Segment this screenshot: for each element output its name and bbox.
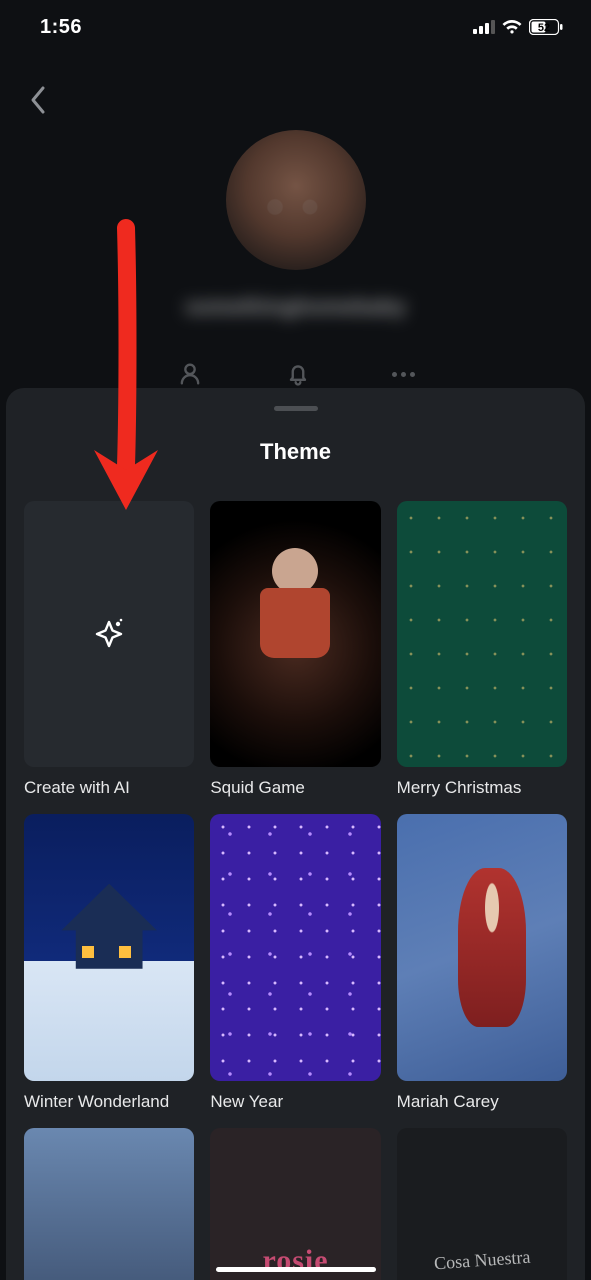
theme-thumb — [210, 501, 380, 767]
svg-text:52: 52 — [538, 22, 550, 34]
theme-rosie[interactable]: rosie — [210, 1128, 380, 1280]
theme-label: New Year — [210, 1091, 380, 1112]
theme-squid-game[interactable]: Squid Game — [210, 501, 380, 798]
battery-icon: 52 — [529, 19, 563, 35]
theme-label: Squid Game — [210, 777, 380, 798]
theme-thumb — [210, 814, 380, 1080]
theme-thumb: rosie — [210, 1128, 380, 1280]
more-icon[interactable] — [392, 372, 415, 377]
bell-outline-icon[interactable] — [284, 360, 312, 388]
theme-thumb — [24, 501, 194, 767]
back-button[interactable] — [18, 80, 58, 120]
theme-winter-wonderland[interactable]: Winter Wonderland — [24, 814, 194, 1111]
theme-thumb-text: rosie — [262, 1244, 328, 1278]
profile-action-row — [176, 360, 415, 388]
theme-thumb — [24, 814, 194, 1080]
theme-thumb — [24, 1128, 194, 1280]
theme-grid: Create with AI Squid Game Merry Christma… — [24, 501, 567, 1280]
theme-new-year[interactable]: New Year — [210, 814, 380, 1111]
theme-7[interactable] — [24, 1128, 194, 1280]
theme-cosa-nuestra[interactable]: Cosa Nuestra — [397, 1128, 567, 1280]
home-indicator[interactable] — [216, 1267, 376, 1272]
avatar[interactable] — [226, 130, 366, 270]
person-outline-icon[interactable] — [176, 360, 204, 388]
theme-sheet: Theme Create with AI Squid Game Merry Ch… — [6, 388, 585, 1280]
theme-label: Merry Christmas — [397, 777, 567, 798]
username: somethinghomebaby — [185, 294, 406, 320]
cellular-icon — [473, 20, 495, 34]
status-icons: 52 — [473, 19, 563, 35]
theme-label: Winter Wonderland — [24, 1091, 194, 1112]
sheet-title: Theme — [24, 439, 567, 465]
wifi-icon — [501, 19, 523, 35]
chevron-left-icon — [29, 85, 47, 115]
theme-label: Mariah Carey — [397, 1091, 567, 1112]
sparkle-icon — [91, 616, 127, 652]
theme-mariah-carey[interactable]: Mariah Carey — [397, 814, 567, 1111]
sheet-grabber[interactable] — [274, 406, 318, 411]
theme-thumb — [397, 814, 567, 1080]
status-time: 1:56 — [40, 16, 82, 39]
theme-merry-christmas[interactable]: Merry Christmas — [397, 501, 567, 798]
profile-area: somethinghomebaby — [0, 130, 591, 388]
theme-label: Create with AI — [24, 777, 194, 798]
theme-create-with-ai[interactable]: Create with AI — [24, 501, 194, 798]
theme-thumb-text: Cosa Nuestra — [433, 1247, 531, 1275]
theme-thumb: Cosa Nuestra — [397, 1128, 567, 1280]
status-bar: 1:56 52 — [0, 0, 591, 54]
theme-thumb — [397, 501, 567, 767]
